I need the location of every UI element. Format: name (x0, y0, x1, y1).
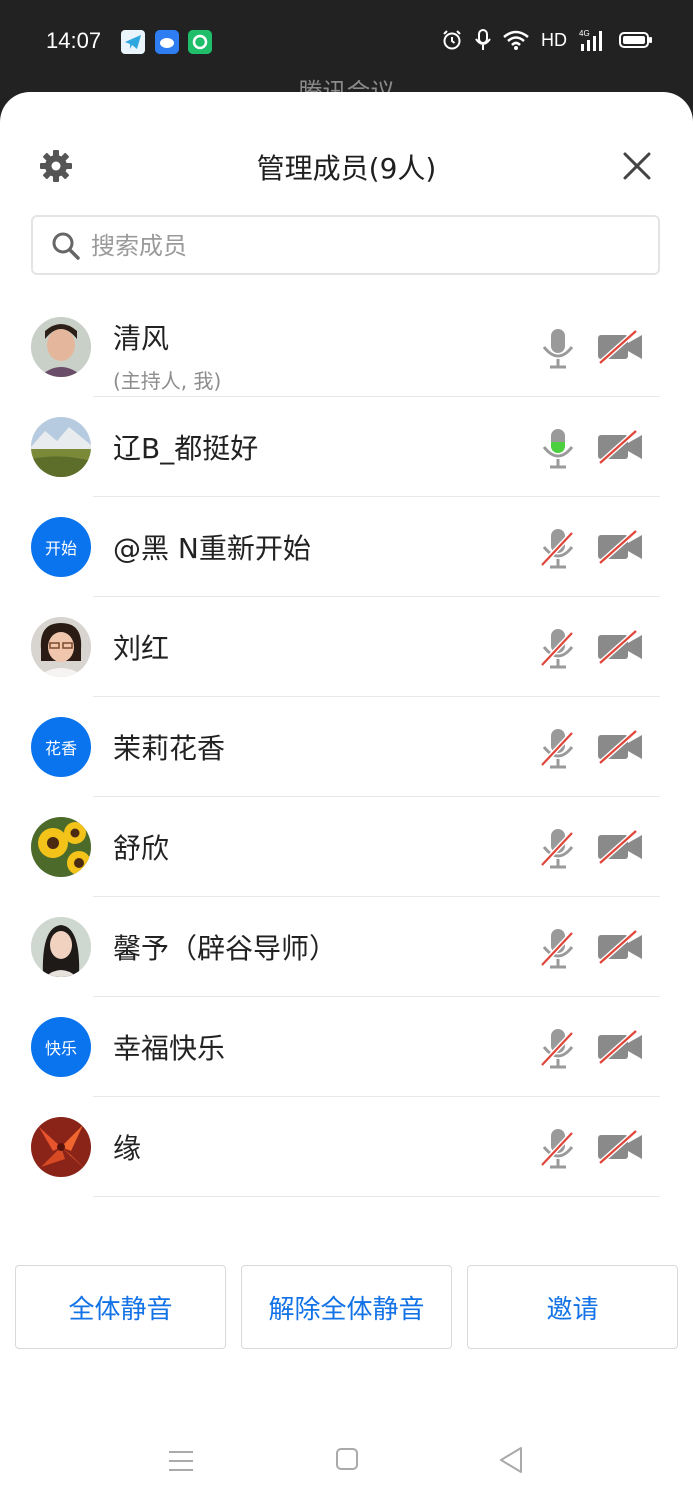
microphone-muted-icon[interactable] (540, 827, 576, 869)
camera-off-icon[interactable] (596, 1029, 646, 1065)
app-notification-icon (188, 30, 212, 54)
camera-off-icon[interactable] (596, 729, 646, 765)
camera-off-icon[interactable] (596, 929, 646, 965)
member-name: 清风 (113, 322, 170, 355)
camera-off-icon[interactable] (596, 529, 646, 565)
member-name: 幸福快乐 (113, 1032, 226, 1065)
recent-apps-icon[interactable] (168, 1450, 194, 1472)
microphone-muted-icon[interactable] (540, 727, 576, 769)
member-avatar-text: 快乐 (31, 1017, 91, 1077)
close-icon[interactable] (621, 150, 653, 182)
camera-off-icon[interactable] (596, 829, 646, 865)
unmute-all-button[interactable]: 解除全体静音 (241, 1265, 452, 1349)
member-row[interactable]: 舒欣 (0, 797, 693, 897)
member-avatar (31, 817, 91, 877)
member-avatar (31, 417, 91, 477)
member-avatar (31, 317, 91, 377)
row-divider (93, 1196, 660, 1197)
member-name: 缘 (113, 1132, 142, 1165)
member-name: 舒欣 (113, 832, 170, 865)
member-avatar (31, 617, 91, 677)
telegram-notification-icon (121, 30, 145, 54)
member-name: 辽B_都挺好 (113, 432, 259, 465)
member-row[interactable]: 馨予（辟谷导师） (0, 897, 693, 997)
microphone-speaking-icon[interactable] (540, 427, 576, 469)
system-icons: HD 4G (441, 28, 653, 52)
member-avatar-text: 开始 (31, 517, 91, 577)
member-role: (主持人, 我) (113, 369, 222, 393)
sheet-title: 管理成员(9人) (256, 152, 437, 185)
member-list: 清风 (主持人, 我) 辽B_都挺好 开始 @黑 N重新开始 刘红 花香 茉莉花… (0, 297, 693, 1197)
microphone-muted-icon[interactable] (540, 927, 576, 969)
microphone-icon[interactable] (540, 327, 576, 369)
member-row[interactable]: 清风 (主持人, 我) (0, 297, 693, 397)
member-row[interactable]: 刘红 (0, 597, 693, 697)
member-row[interactable]: 花香 茉莉花香 (0, 697, 693, 797)
microphone-muted-icon[interactable] (540, 627, 576, 669)
invite-button[interactable]: 邀请 (467, 1265, 678, 1349)
camera-off-icon[interactable] (596, 429, 646, 465)
member-search-box[interactable] (31, 215, 660, 275)
member-row[interactable]: 辽B_都挺好 (0, 397, 693, 497)
cloud-notification-icon (155, 30, 179, 54)
member-row[interactable]: 快乐 幸福快乐 (0, 997, 693, 1097)
camera-off-icon[interactable] (596, 329, 646, 365)
member-avatar (31, 917, 91, 977)
camera-off-icon[interactable] (596, 1129, 646, 1165)
microphone-muted-icon[interactable] (540, 1027, 576, 1069)
back-icon[interactable] (498, 1446, 524, 1474)
member-name: @黑 N重新开始 (113, 532, 311, 565)
wifi-icon (503, 30, 529, 50)
microphone-status-icon (475, 29, 491, 50)
network-type-label: HD (541, 29, 567, 50)
battery-icon (619, 32, 652, 48)
camera-off-icon[interactable] (596, 629, 646, 665)
member-avatar-text: 花香 (31, 717, 91, 777)
manage-members-sheet: 管理成员(9人) 清风 (主持人, 我) (0, 92, 693, 1500)
home-icon[interactable] (336, 1448, 358, 1470)
member-name: 馨予（辟谷导师） (113, 932, 338, 965)
member-name: 刘红 (113, 632, 170, 665)
status-time: 14:07 (46, 28, 102, 53)
alarm-icon (443, 30, 461, 50)
member-avatar (31, 1117, 91, 1177)
signal-4g-icon: 4G (579, 29, 602, 51)
member-name: 茉莉花香 (113, 732, 226, 765)
system-nav-bar (0, 1432, 693, 1500)
microphone-muted-icon[interactable] (540, 1127, 576, 1169)
member-row[interactable]: 开始 @黑 N重新开始 (0, 497, 693, 597)
member-row[interactable]: 缘 (0, 1097, 693, 1197)
microphone-muted-icon[interactable] (540, 527, 576, 569)
search-input[interactable] (89, 225, 633, 267)
search-icon (52, 232, 80, 260)
mute-all-button[interactable]: 全体静音 (15, 1265, 226, 1349)
svg-text:4G: 4G (579, 29, 590, 38)
